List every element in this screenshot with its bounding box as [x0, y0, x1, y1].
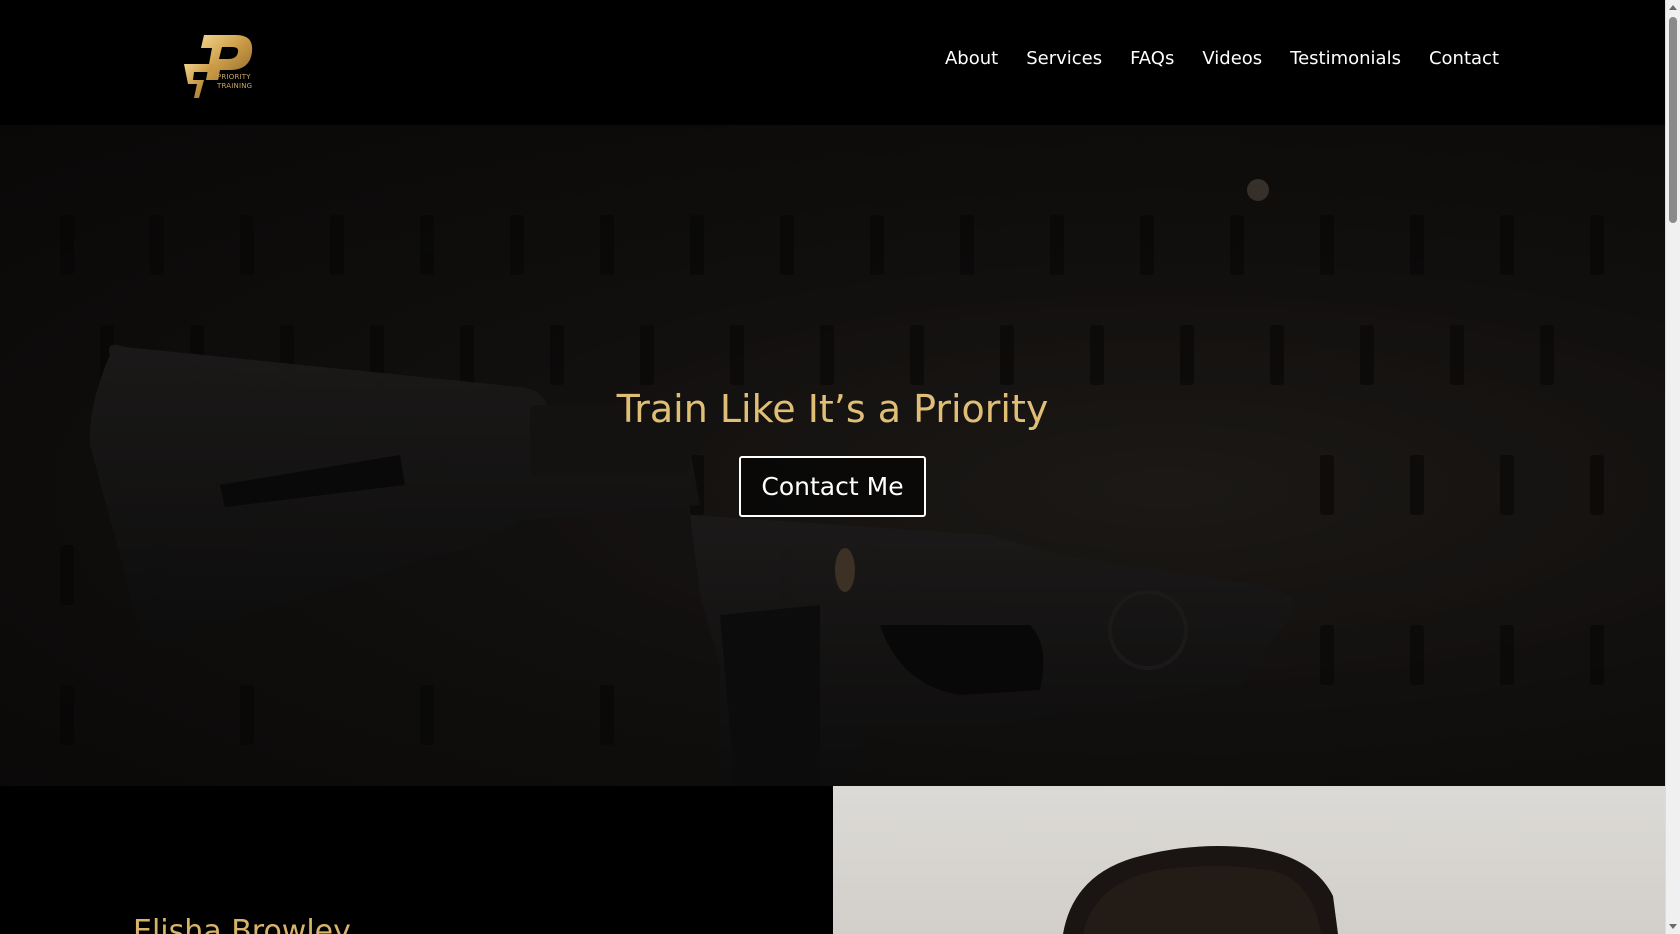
nav-contact[interactable]: Contact: [1429, 48, 1499, 69]
page-scrollbar[interactable]: [1665, 0, 1680, 934]
priority-training-logo[interactable]: PRIORITY TRAINING: [184, 32, 260, 102]
about-section: Elisha Browley: [0, 786, 1665, 934]
scroll-up-arrow-icon[interactable]: [1669, 5, 1677, 10]
trainer-portrait: [833, 786, 1665, 934]
portrait-image: [1063, 845, 1338, 934]
page: PRIORITY TRAINING About Services FAQs Vi…: [0, 0, 1665, 934]
logo-text-line1: PRIORITY: [217, 73, 251, 81]
hero-title: Train Like It’s a Priority: [616, 387, 1049, 431]
logo-text-line2: TRAINING: [217, 82, 253, 90]
contact-me-button[interactable]: Contact Me: [739, 456, 926, 517]
hero-section: Train Like It’s a Priority Contact Me: [0, 125, 1665, 786]
nav-about[interactable]: About: [945, 48, 998, 69]
nav-testimonials[interactable]: Testimonials: [1290, 48, 1401, 69]
nav-services[interactable]: Services: [1026, 48, 1102, 69]
scroll-thumb[interactable]: [1669, 17, 1677, 223]
nav-faqs[interactable]: FAQs: [1130, 48, 1174, 69]
main-nav: About Services FAQs Videos Testimonials …: [917, 48, 1499, 69]
logo-text: PRIORITY TRAINING: [217, 73, 252, 91]
nav-videos[interactable]: Videos: [1202, 48, 1262, 69]
logo-mark-icon: [184, 35, 253, 98]
site-header: PRIORITY TRAINING About Services FAQs Vi…: [0, 0, 1665, 125]
trainer-name: Elisha Browley: [133, 914, 351, 934]
scroll-down-arrow-icon[interactable]: [1669, 924, 1677, 929]
